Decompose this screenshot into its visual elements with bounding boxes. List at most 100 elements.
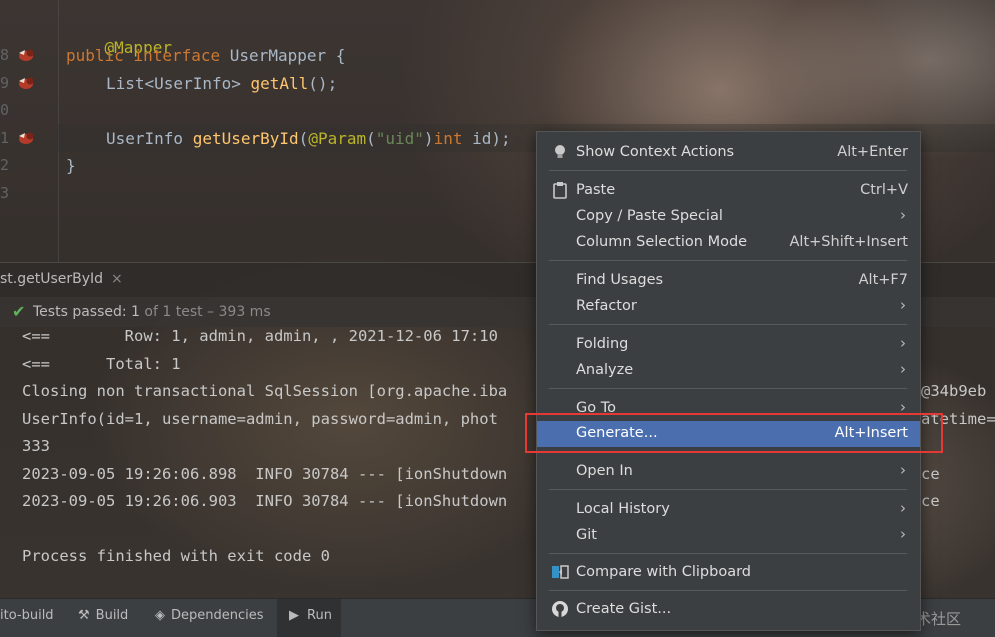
run-config-tab[interactable]: st.getUserById × — [0, 271, 123, 287]
code-line: public interface UserMapper { — [66, 46, 345, 65]
menu-item-shortcut: Alt+F7 — [858, 272, 908, 288]
hammer-icon: ⚒ — [78, 608, 90, 623]
dependencies-tab[interactable]: ◈ Dependencies — [155, 608, 264, 623]
auto-build-tab[interactable]: ito-build — [0, 608, 54, 623]
keyword: int — [433, 129, 463, 148]
code-text: (); — [308, 74, 338, 93]
chevron-right-icon: › — [900, 360, 906, 378]
line-number: 9 — [0, 74, 10, 92]
menu-item-label: Create Gist... — [576, 601, 672, 617]
dependencies-tab-label: Dependencies — [171, 608, 264, 623]
console-line-fragment: ce — [921, 465, 940, 483]
keyword: interface — [133, 46, 221, 65]
console-line: <== Row: 1, admin, admin, , 2021-12-06 1… — [22, 327, 498, 345]
chevron-right-icon: › — [900, 499, 906, 517]
menu-item-label: Find Usages — [576, 272, 664, 288]
code-text: ( — [298, 129, 309, 148]
menu-separator — [549, 388, 907, 389]
menu-item-shortcut: Alt+Enter — [837, 144, 908, 160]
line-number: 3 — [0, 184, 10, 202]
code-text: ) — [423, 129, 434, 148]
lightbulb-icon — [555, 145, 565, 158]
method-name: getUserById — [192, 129, 299, 148]
menu-item-label: Show Context Actions — [576, 144, 735, 160]
type-name: List<UserInfo> — [106, 74, 241, 93]
line-number: 1 — [0, 129, 10, 147]
method-name: getAll — [250, 74, 309, 93]
play-icon: ▶ — [289, 608, 299, 623]
menu-item-column-selection-mode[interactable]: Column Selection Mode Alt+Shift+Insert — [537, 230, 920, 256]
menu-separator — [549, 489, 907, 490]
console-line-fragment: ce — [921, 492, 940, 510]
build-tab-label: Build — [95, 608, 129, 623]
menu-item-compare-clipboard[interactable]: Compare with Clipboard — [537, 560, 920, 586]
line-number: 0 — [0, 101, 10, 119]
console-line: Process finished with exit code 0 — [22, 547, 330, 565]
chevron-right-icon: › — [900, 334, 906, 352]
close-icon[interactable]: × — [111, 271, 123, 287]
console-line: 2023-09-05 19:26:06.903 INFO 30784 --- [… — [22, 492, 508, 510]
menu-item-show-context-actions[interactable]: Show Context Actions Alt+Enter — [537, 140, 920, 166]
run-tab[interactable]: ▶ Run — [289, 608, 332, 623]
menu-separator — [549, 553, 907, 554]
menu-item-refactor[interactable]: Refactor › — [537, 294, 920, 320]
status-suffix: of 1 test – 393 ms — [144, 304, 271, 320]
run-tab-label: Run — [307, 608, 332, 623]
menu-separator — [549, 324, 907, 325]
menu-item-local-history[interactable]: Local History › — [537, 497, 920, 523]
menu-item-label: Column Selection Mode — [576, 234, 748, 250]
interface-name: UserMapper — [229, 46, 327, 65]
type-name: UserInfo — [106, 129, 184, 148]
chevron-right-icon: › — [900, 525, 906, 543]
menu-item-label: Folding — [576, 336, 629, 352]
mybatis-bird-icon[interactable] — [16, 75, 38, 91]
mybatis-bird-icon[interactable] — [16, 130, 38, 146]
code-line: UserInfo getUserById(@Param("uid")int id… — [106, 129, 511, 148]
chevron-right-icon: › — [900, 206, 906, 224]
console-line: <== Total: 1 — [22, 355, 181, 373]
menu-item-label: Analyze — [576, 362, 634, 378]
chevron-right-icon: › — [900, 296, 906, 314]
menu-item-label: Paste — [576, 182, 616, 198]
menu-item-create-gist[interactable]: Create Gist... — [537, 597, 920, 623]
code-text: ( — [366, 129, 376, 148]
mybatis-bird-icon[interactable] — [16, 47, 38, 63]
menu-item-git[interactable]: Git › — [537, 523, 920, 549]
console-line: Closing non transactional SqlSession [or… — [22, 382, 508, 400]
brace: { — [335, 46, 346, 65]
menu-item-open-in[interactable]: Open In › — [537, 459, 920, 485]
menu-item-label: Refactor — [576, 298, 637, 314]
chevron-right-icon: › — [900, 461, 906, 479]
editor-gutter: 8 9 0 1 2 3 — [0, 0, 59, 262]
menu-separator — [549, 260, 907, 261]
menu-item-label: Git — [576, 527, 597, 543]
console-line: UserInfo(id=1, username=admin, password=… — [22, 410, 498, 428]
menu-item-folding[interactable]: Folding › — [537, 332, 920, 358]
test-status-text: Tests passed: 1 of 1 test – 393 ms — [33, 304, 271, 320]
menu-item-shortcut: Ctrl+V — [860, 182, 908, 198]
layers-icon: ◈ — [155, 608, 165, 623]
build-tab[interactable]: ⚒ Build — [78, 608, 128, 623]
github-icon — [552, 601, 568, 617]
console-line: 2023-09-05 19:26:06.898 INFO 30784 --- [… — [22, 465, 508, 483]
code-line: } — [66, 156, 76, 175]
menu-item-paste[interactable]: Paste Ctrl+V — [537, 178, 920, 204]
menu-item-find-usages[interactable]: Find Usages Alt+F7 — [537, 268, 920, 294]
menu-item-label: Local History — [576, 501, 670, 517]
keyword: public — [66, 46, 124, 65]
menu-separator — [549, 170, 907, 171]
status-count: 1 — [131, 304, 140, 320]
menu-item-label: Compare with Clipboard — [576, 564, 752, 580]
check-icon: ✔ — [12, 302, 26, 321]
menu-item-copy-paste-special[interactable]: Copy / Paste Special › — [537, 204, 920, 230]
annotation-text: @Param — [308, 129, 367, 148]
menu-item-analyze[interactable]: Analyze › — [537, 358, 920, 384]
highlight-box — [525, 413, 943, 453]
line-number: 8 — [0, 46, 10, 64]
string-literal: "uid" — [375, 129, 424, 148]
menu-item-label: Open In — [576, 463, 633, 479]
clipboard-icon — [553, 182, 567, 199]
run-config-tab-label: st.getUserById — [0, 271, 104, 287]
console-line-fragment: @34b9eb — [921, 382, 987, 400]
console-line: 333 — [22, 437, 50, 455]
